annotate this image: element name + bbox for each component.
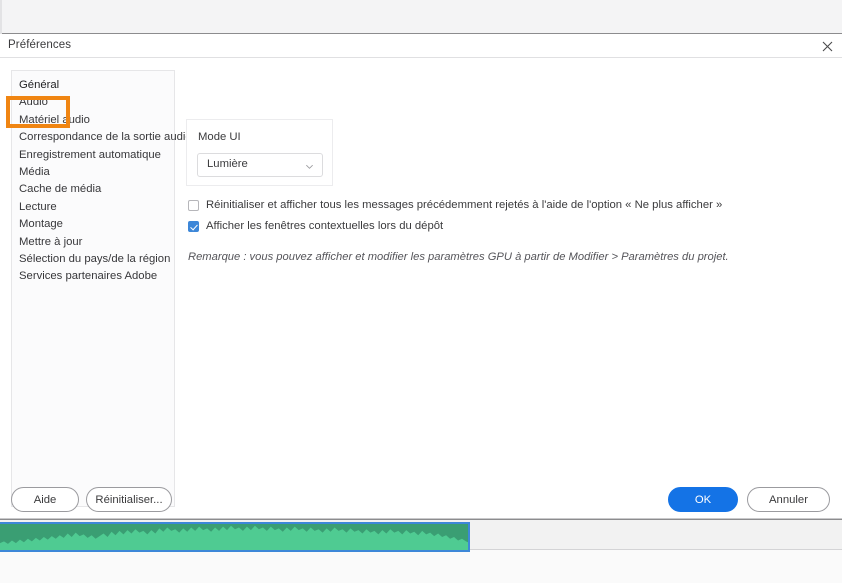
sidebar-item-audio[interactable]: Audio (12, 94, 174, 111)
app-top-strip-edge (0, 0, 2, 34)
sidebar-item-selection-pays-region[interactable]: Sélection du pays/de la région (12, 251, 174, 268)
show-popups-on-drop-row[interactable]: Afficher les fenêtres contextuelles lors… (188, 220, 443, 233)
sidebar-item-enregistrement-automatique[interactable]: Enregistrement automatique (12, 147, 174, 164)
application-window: Préférences Général Audio Matériel audio… (0, 0, 842, 583)
chevron-down-icon (306, 164, 313, 169)
reset-warning-dialogs-label: Réinitialiser et afficher tous les messa… (206, 199, 723, 211)
ui-mode-select[interactable]: Lumière (197, 153, 323, 177)
dialog-titlebar: Préférences (0, 34, 842, 58)
preferences-dialog: Préférences Général Audio Matériel audio… (0, 34, 842, 519)
ui-mode-select-value: Lumière (207, 158, 248, 170)
reset-warning-dialogs-row[interactable]: Réinitialiser et afficher tous les messa… (188, 199, 722, 212)
timeline-track-row[interactable] (0, 520, 842, 552)
sidebar-item-services-partenaires-adobe[interactable]: Services partenaires Adobe (12, 268, 174, 285)
ui-mode-label: Mode UI (198, 131, 241, 143)
timeline-panel (0, 519, 842, 583)
reset-warning-dialogs-checkbox[interactable] (188, 200, 199, 211)
sidebar-item-media[interactable]: Média (12, 164, 174, 181)
cancel-button[interactable]: Annuler (747, 487, 830, 512)
close-icon[interactable] (818, 37, 836, 55)
sidebar-item-correspondance-sortie-audio[interactable]: Correspondance de la sortie audio (12, 129, 192, 146)
audio-waveform (0, 525, 468, 550)
preferences-content-pane: Mode UI Lumière Réinitialiser et affiche… (186, 70, 830, 507)
sidebar-item-general[interactable]: Général (12, 77, 174, 94)
dialog-title: Préférences (8, 39, 72, 51)
ui-mode-group: Mode UI Lumière (186, 119, 333, 186)
gpu-settings-remark: Remarque : vous pouvez afficher et modif… (188, 251, 729, 263)
sidebar-item-montage[interactable]: Montage (12, 216, 174, 233)
sidebar-list: Général Audio Matériel audio Corresponda… (12, 71, 192, 286)
show-popups-on-drop-label: Afficher les fenêtres contextuelles lors… (206, 220, 444, 232)
preferences-category-list[interactable]: Général Audio Matériel audio Corresponda… (11, 70, 192, 507)
sidebar-item-mettre-a-jour[interactable]: Mettre à jour (12, 234, 174, 251)
audio-clip[interactable] (0, 522, 470, 552)
ok-button[interactable]: OK (668, 487, 738, 512)
sidebar-item-cache-de-media[interactable]: Cache de média (12, 181, 174, 198)
show-popups-on-drop-checkbox[interactable] (188, 221, 199, 232)
help-button[interactable]: Aide (11, 487, 79, 512)
app-top-strip (0, 0, 842, 34)
reset-button[interactable]: Réinitialiser... (86, 487, 172, 512)
sidebar-item-materiel-audio[interactable]: Matériel audio (12, 112, 174, 129)
sidebar-item-lecture[interactable]: Lecture (12, 199, 174, 216)
